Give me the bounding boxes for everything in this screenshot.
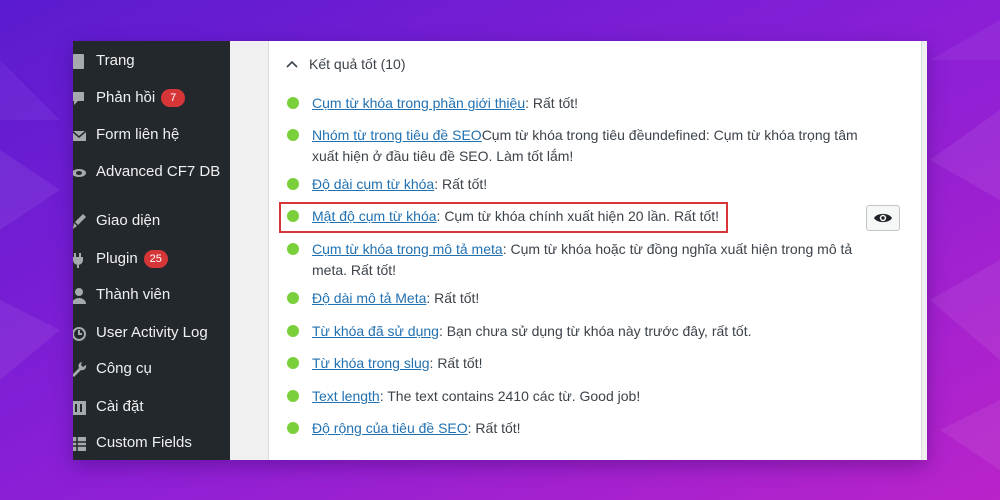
result-link[interactable]: Cụm từ khóa trong mô tả meta [312,241,503,257]
mail-icon [73,130,87,141]
sidebar-item-trang[interactable]: Trang [73,47,230,77]
sidebar-item-cong-cu[interactable]: Công cụ [73,355,230,385]
sidebar-item-advanced-cf7-db[interactable]: Advanced CF7 DB [73,158,230,188]
result-text: : Rất tốt! [434,176,488,192]
content-area: Kết quả tốt (10) Cụm từ khóa trong phần … [230,41,927,460]
sidebar-item-label: Custom Fields [96,434,192,451]
activity-icon [73,327,86,341]
settings-icon [73,401,86,415]
eye-icon [874,213,892,223]
sidebar-item-label: Cài đặt [96,398,144,415]
sidebar-item-giao-dien[interactable]: Giao diện [73,207,230,237]
sidebar-item-label: Giao diện [96,212,161,229]
result-text: : Rất tốt! [429,355,483,371]
result-link[interactable]: Độ dài cụm từ khóa [312,176,434,192]
sidebar-item-label: Công cụ [96,360,152,377]
section-title: Kết quả tốt (10) [309,56,406,72]
good-status-dot [287,422,299,434]
good-status-dot [287,97,299,109]
chevron-up-icon [286,60,298,68]
plugin-update-badge: 25 [143,250,168,268]
sidebar-item-label: Trang [96,52,135,69]
wrench-icon [73,362,87,377]
result-link[interactable]: Cụm từ khóa trong phần giới thiệu [312,95,525,111]
good-results-toggle[interactable]: Kết quả tốt (10) [285,56,406,72]
result-link[interactable]: Text length [312,388,380,404]
good-status-dot [287,390,299,402]
sidebar-item-plugin[interactable]: Plugin 25 [73,245,230,275]
page-icon [73,54,84,69]
sidebar-item-label: Form liên hệ [96,126,180,143]
result-text: : Rất tốt! [467,420,521,436]
sidebar-item-form-lien-he[interactable]: Form liên hệ [73,121,230,151]
sidebar-item-custom-fields[interactable]: Custom Fields [73,429,230,459]
result-link[interactable]: Độ dài mô tả Meta [312,290,426,306]
good-status-dot [287,243,299,255]
result-text: : Rất tốt! [426,290,480,306]
wordpress-admin-window: Trang Phản hồi 7 Form liên hệ Advanced CF… [73,41,927,460]
result-link[interactable]: Độ rộng của tiêu đề SEO [312,420,468,436]
plugin-icon [73,253,83,268]
good-status-dot [287,325,299,337]
sidebar-item-label: Thành viên [96,286,171,303]
sidebar-item-phan-hoi[interactable]: Phản hồi 7 [73,84,230,114]
sidebar-item-cai-dat[interactable]: Cài đặt [73,393,230,423]
comment-icon [73,92,84,105]
admin-sidebar: Trang Phản hồi 7 Form liên hệ Advanced CF… [73,41,230,460]
sidebar-item-label: Plugin [96,250,138,267]
sidebar-item-user-activity-log[interactable]: User Activity Log [73,319,230,349]
database-icon [73,169,86,177]
result-text: : Bạn chưa sử dụng từ khóa này trước đây… [438,323,752,339]
good-status-dot [287,292,299,304]
sidebar-item-label: Phản hồi [96,89,156,106]
table-icon [73,437,86,451]
seo-analysis-panel: Kết quả tốt (10) Cụm từ khóa trong phần … [268,41,922,460]
sidebar-item-thanh-vien[interactable]: Thành viên [73,281,230,311]
good-status-dot [287,357,299,369]
result-link[interactable]: Từ khóa trong slug [312,355,430,371]
result-text: : Rất tốt! [525,95,579,111]
good-status-dot [287,178,299,190]
sidebar-item-label: Advanced CF7 DB [96,163,221,180]
sidebar-item-label: User Activity Log [96,324,208,341]
brush-icon [73,214,86,229]
result-link[interactable]: Từ khóa đã sử dụng [312,323,439,339]
mark-keyphrase-button[interactable] [866,205,900,231]
comment-count-badge: 7 [161,89,186,107]
highlight-box [279,202,728,233]
result-text: : The text contains 2410 các từ. Good jo… [379,388,641,404]
good-status-dot [287,129,299,141]
result-link[interactable]: Nhóm từ trong tiêu đề SEO [312,127,482,143]
user-icon [73,288,86,304]
